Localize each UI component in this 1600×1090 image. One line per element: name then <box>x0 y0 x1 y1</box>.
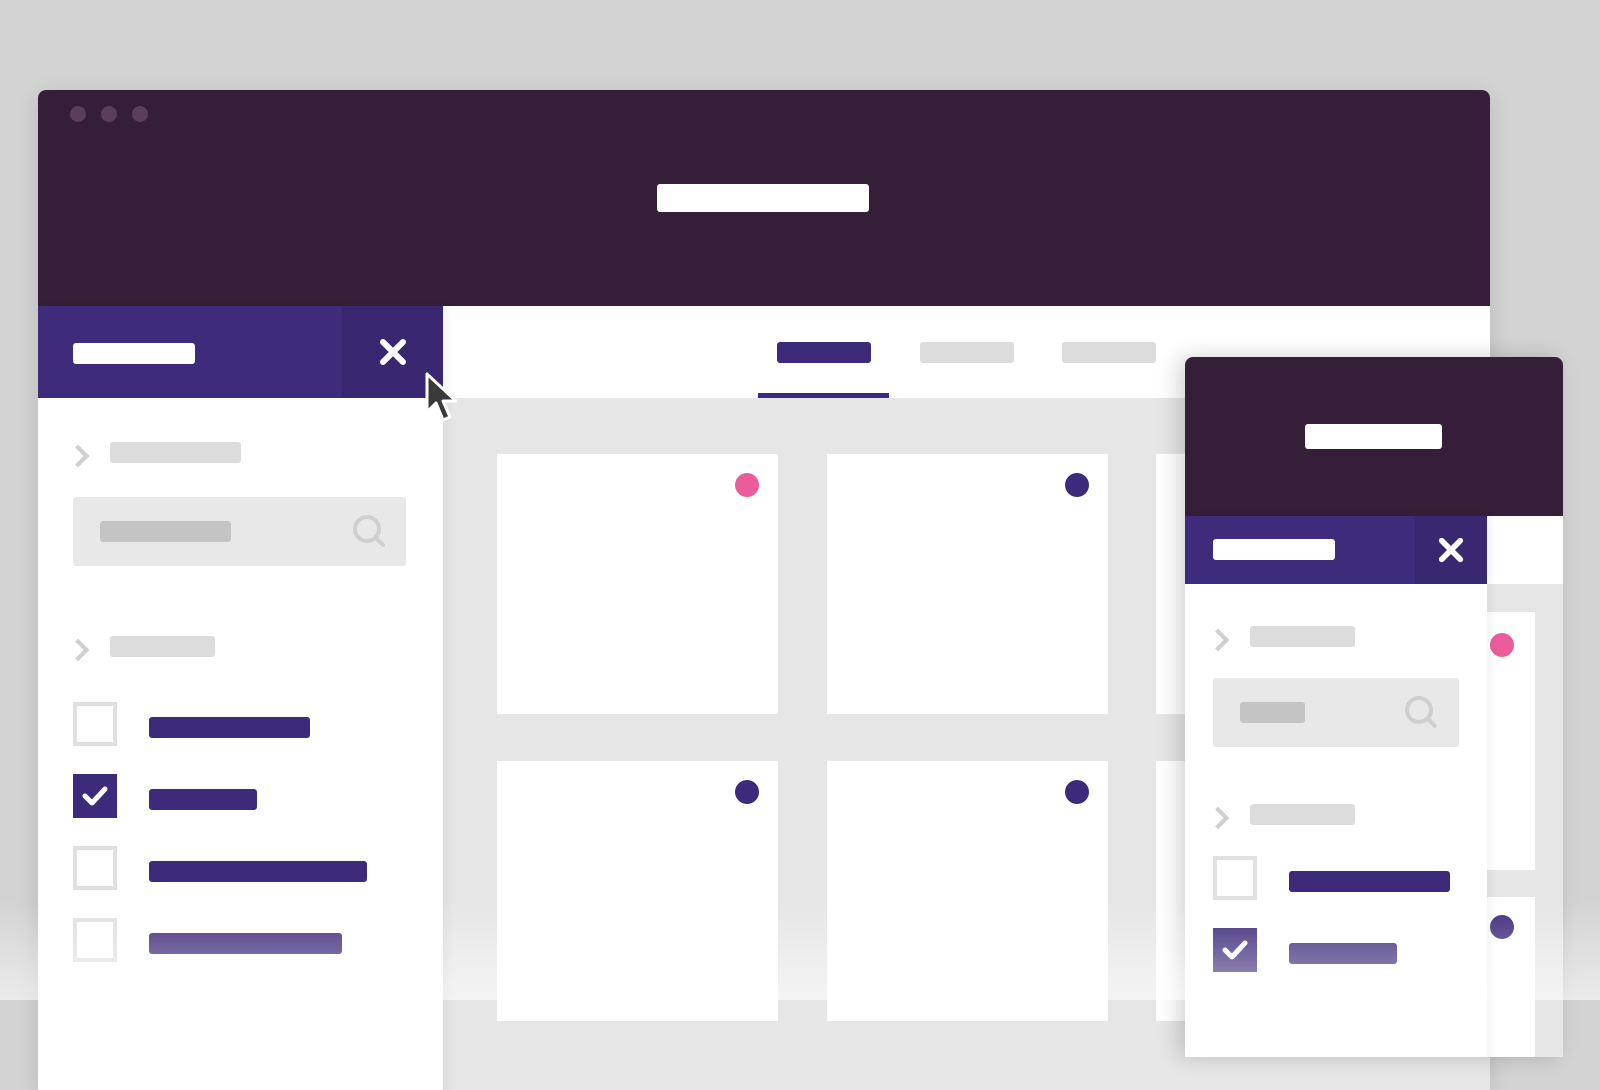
window-close-dot[interactable] <box>70 106 86 122</box>
close-icon <box>379 339 406 365</box>
section-title <box>110 636 215 657</box>
secondary-window <box>1185 357 1563 1057</box>
search-placeholder <box>1240 702 1305 723</box>
filter-checkbox-checked[interactable] <box>1213 928 1257 972</box>
chevron-right-icon[interactable] <box>1206 806 1230 830</box>
section-title <box>1250 626 1355 647</box>
sidebar-title <box>73 343 195 364</box>
section-title <box>110 442 241 463</box>
tab-1[interactable] <box>777 342 871 363</box>
chevron-right-icon[interactable] <box>66 444 90 468</box>
filter-label <box>1289 871 1450 892</box>
sidebar-header <box>38 306 443 398</box>
filter-checkbox[interactable] <box>73 846 117 890</box>
secondary-sidebar-close-button[interactable] <box>1415 516 1487 584</box>
mouse-cursor-icon <box>425 372 458 422</box>
card[interactable] <box>1487 897 1535 1057</box>
filter-checkbox[interactable] <box>73 702 117 746</box>
search-placeholder <box>100 521 231 542</box>
status-dot-pink <box>1490 633 1514 657</box>
search-icon[interactable] <box>353 515 386 548</box>
checkmark-icon <box>82 786 108 806</box>
chevron-right-icon[interactable] <box>66 638 90 662</box>
window-maximize-dot[interactable] <box>132 106 148 122</box>
card[interactable] <box>827 761 1108 1021</box>
filter-label <box>149 717 310 738</box>
card[interactable] <box>827 454 1108 714</box>
status-dot-pink <box>735 473 759 497</box>
card[interactable] <box>497 454 778 714</box>
active-tab-indicator <box>758 393 889 398</box>
filter-checkbox-checked[interactable] <box>73 774 117 818</box>
title-bar <box>38 90 1490 306</box>
close-icon <box>1438 537 1464 563</box>
search-input[interactable] <box>1213 678 1459 747</box>
filter-checkbox[interactable] <box>73 918 117 962</box>
card[interactable] <box>1487 612 1535 870</box>
secondary-sidebar-header <box>1185 516 1487 584</box>
card[interactable] <box>497 761 778 1021</box>
section-title <box>1250 804 1355 825</box>
status-dot-purple <box>735 780 759 804</box>
tab-2[interactable] <box>920 342 1014 363</box>
search-icon[interactable] <box>1405 696 1438 729</box>
filter-label <box>149 789 257 810</box>
status-dot-purple <box>1065 473 1089 497</box>
checkmark-icon <box>1222 940 1248 960</box>
status-dot-purple <box>1490 915 1514 939</box>
filter-label <box>149 933 342 954</box>
filter-label <box>1289 943 1397 964</box>
secondary-sidebar-title <box>1213 539 1335 560</box>
filter-label <box>149 861 367 882</box>
secondary-title-bar <box>1185 357 1563 516</box>
secondary-tab-bar <box>1487 516 1563 584</box>
status-dot-purple <box>1065 780 1089 804</box>
filter-checkbox[interactable] <box>1213 856 1257 900</box>
filter-sidebar <box>38 306 443 1090</box>
window-minimize-dot[interactable] <box>101 106 117 122</box>
tab-3[interactable] <box>1062 342 1156 363</box>
search-input[interactable] <box>73 497 406 566</box>
secondary-page-title <box>1305 424 1442 449</box>
page-title <box>657 184 869 212</box>
chevron-right-icon[interactable] <box>1206 628 1230 652</box>
secondary-filter-sidebar <box>1185 516 1487 1057</box>
